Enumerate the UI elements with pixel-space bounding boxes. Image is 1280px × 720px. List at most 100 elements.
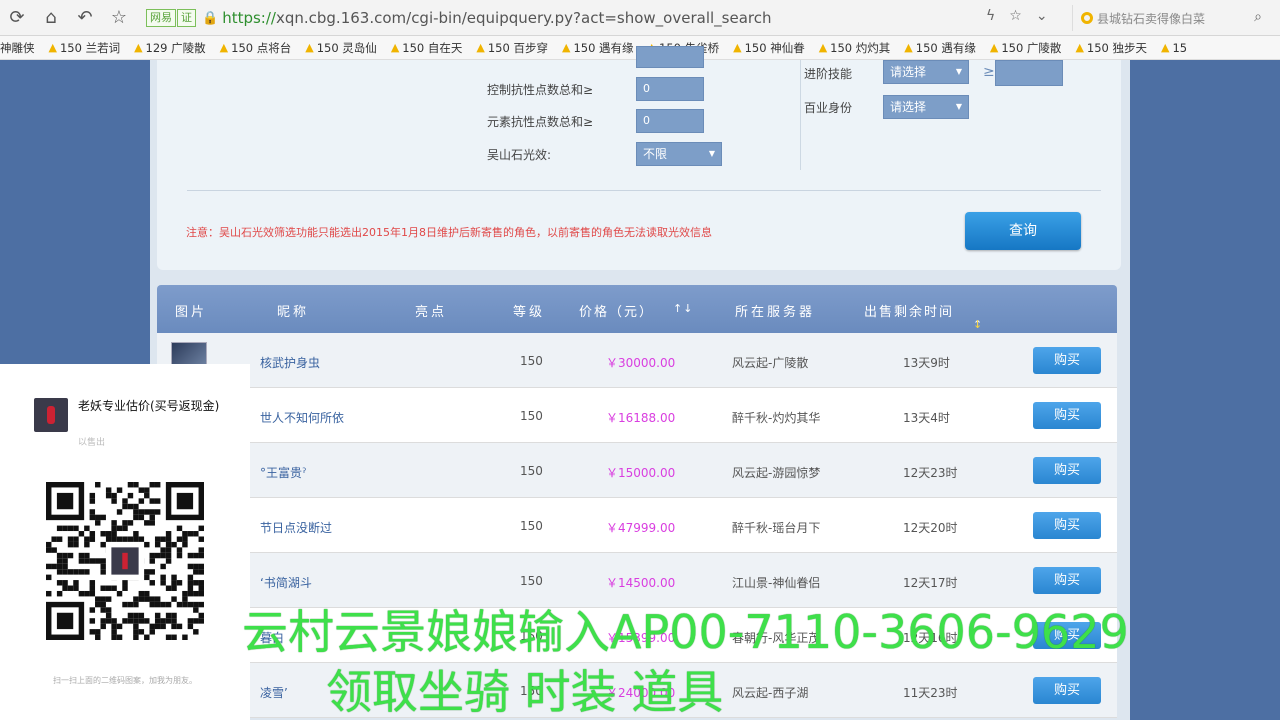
- advanced-skill-value: 请选择: [890, 65, 927, 79]
- row-time: 11天23时: [903, 686, 958, 700]
- bookmark-item[interactable]: ▲ 150 遇有缘: [562, 40, 634, 56]
- bookmark-game-icon: ▲: [390, 41, 400, 54]
- bookmark-item[interactable]: ▲ 150 兰若词: [49, 40, 121, 56]
- favorite-star-icon[interactable]: ☆: [102, 0, 136, 36]
- chevron-down-icon: ▼: [708, 149, 715, 158]
- bookmark-item[interactable]: ▲ 150 灵岛仙: [305, 40, 377, 56]
- popup-title: 老妖专业估价(买号返现金): [78, 399, 220, 413]
- table-row: 世人不知何所依 150 ￥16188.00 醉千秋-灼灼其华 13天4时 购买: [157, 388, 1117, 443]
- chevron-down-icon: ▼: [955, 67, 962, 76]
- avatar: [34, 398, 68, 432]
- table-row: °王富贵ˀ 150 ￥15000.00 风云起-游园惊梦 12天23时 购买: [157, 443, 1117, 498]
- row-level: 150: [520, 519, 543, 533]
- element-resist-label: 元素抗性点数总和≥: [487, 115, 594, 129]
- bookmark-game-icon: ▲: [561, 41, 571, 54]
- header-level: 等级: [513, 305, 546, 320]
- top-field[interactable]: [636, 46, 704, 68]
- bookmark-item[interactable]: ▲ 150 独步天: [1075, 40, 1147, 56]
- bookmark-item[interactable]: ▲ 150 广陵散: [990, 40, 1062, 56]
- bookmark-item[interactable]: ▲ 15: [1161, 41, 1187, 55]
- element-resist-input[interactable]: 0: [636, 109, 704, 133]
- bookmark-label: 150 广陵散: [1001, 40, 1062, 55]
- chevron-down-icon[interactable]: ⌄: [1036, 8, 1048, 24]
- bookmark-item[interactable]: ▲ 150 灼灼其: [819, 40, 891, 56]
- search-icon[interactable]: ⌕: [1254, 9, 1262, 25]
- row-price: ￥30000.00: [606, 356, 676, 370]
- bookmark-label: 150 独步天: [1086, 40, 1148, 55]
- bookmark-game-icon: ▲: [219, 41, 229, 54]
- refresh-icon[interactable]: ⟳: [0, 0, 34, 36]
- profession-select[interactable]: 请选择 ▼: [883, 95, 969, 119]
- url-text: xqn.cbg.163.com/cgi-bin/equipquery.py?ac…: [275, 9, 772, 27]
- row-level: 150: [520, 409, 543, 423]
- control-resist-input[interactable]: 0: [636, 77, 704, 101]
- buy-button[interactable]: 购买: [1033, 512, 1101, 539]
- bookmark-item[interactable]: ▲ 150 点将台: [220, 40, 292, 56]
- form-divider: [187, 190, 1101, 191]
- header-remaining[interactable]: 出售剩余时间: [864, 301, 954, 320]
- home-icon[interactable]: ⌂: [34, 0, 68, 36]
- lightning-icon[interactable]: ϟ: [986, 8, 995, 24]
- buy-button[interactable]: 购买: [1033, 402, 1101, 429]
- bookmark-item[interactable]: ▲ 150 自在天: [391, 40, 463, 56]
- bookmark-game-icon: ▲: [134, 41, 143, 54]
- row-server: 醉千秋-瑶台月下: [732, 521, 821, 535]
- notice-text: 注意：吴山石光效筛选功能只能选出2015年1月8日维护后新寄售的角色，以前寄售的…: [186, 226, 712, 239]
- bookmark-label: 150 遇有缘: [573, 40, 634, 55]
- row-time: 13天4时: [903, 411, 950, 425]
- bookmark-item[interactable]: ▲ 150 遇有缘: [904, 40, 976, 56]
- bookmark-item[interactable]: ▲ 150 神仙眷: [733, 40, 805, 56]
- row-server: 风云起-广陵散: [732, 356, 809, 370]
- undo-icon[interactable]: ↶: [68, 0, 102, 36]
- buy-button[interactable]: 购买: [1033, 347, 1101, 374]
- row-price: ￥47999.00: [606, 521, 676, 535]
- header-highlight: 亮点: [415, 305, 448, 320]
- gte-symbol: ≥: [983, 64, 995, 80]
- bookmark-game-icon: ▲: [818, 41, 828, 54]
- price-sort-icon[interactable]: ↑↓: [673, 302, 693, 315]
- bookmark-item[interactable]: ▲ 129 广陵散: [134, 40, 206, 56]
- bookmark-item[interactable]: 神雕侠: [0, 40, 35, 56]
- bookmark-star-icon[interactable]: ☆: [1009, 8, 1022, 24]
- buy-button[interactable]: 购买: [1033, 457, 1101, 484]
- row-nickname[interactable]: °王富贵ˀ: [260, 464, 306, 481]
- url-scheme: https://: [222, 9, 276, 27]
- row-price: ￥14500.00: [606, 576, 676, 590]
- search-engine-icon: [1081, 12, 1093, 24]
- row-price: ￥15000.00: [606, 466, 676, 480]
- bookmark-item[interactable]: ▲ 150 百步穿: [476, 40, 548, 56]
- row-nickname[interactable]: ‘书简湖斗: [260, 574, 312, 591]
- row-time: 12天17时: [903, 576, 958, 590]
- buy-button[interactable]: 购买: [1033, 677, 1101, 704]
- overlay-line-1: 云村云景娘娘输入AP00-7110-3606-9629: [242, 605, 1129, 659]
- bookmark-label: 150 遇有缘: [915, 40, 976, 55]
- row-level: 150: [520, 354, 543, 368]
- advanced-skill-select[interactable]: 请选择 ▼: [883, 60, 969, 84]
- bookmark-label: 150 自在天: [402, 40, 463, 55]
- header-image: 图片: [175, 305, 208, 320]
- row-nickname[interactable]: 节日点没断过: [260, 519, 332, 536]
- bookmark-label: 150 神仙眷: [744, 40, 805, 55]
- query-button[interactable]: 查询: [965, 212, 1081, 250]
- bookmark-game-icon: ▲: [904, 41, 913, 54]
- table-row: 核武护身虫 150 ￥30000.00 风云起-广陵散 13天9时 购买: [157, 333, 1117, 388]
- search-input[interactable]: 县城钻石卖得像白菜 ⌕: [1072, 5, 1272, 31]
- column-divider: [800, 60, 801, 170]
- wushan-select[interactable]: 不限 ▼: [636, 142, 722, 166]
- row-time: 13天9时: [903, 356, 950, 370]
- header-server: 所在服务器: [735, 305, 816, 320]
- row-nickname[interactable]: 凌雪’: [260, 684, 288, 701]
- control-resist-label: 控制抗性点数总和≥: [487, 83, 594, 97]
- row-nickname[interactable]: 世人不知何所依: [260, 409, 344, 426]
- row-nickname[interactable]: 核武护身虫: [260, 354, 320, 371]
- bookmark-game-icon: ▲: [48, 41, 57, 54]
- row-time: 12天23时: [903, 466, 958, 480]
- wechat-qr-popup: 老妖专业估价(买号返现金) 以售出 扫一扫上面的二维码图案，加我为朋友。: [0, 364, 250, 720]
- site-badge: 网易: [146, 9, 176, 27]
- buy-button[interactable]: 购买: [1033, 567, 1101, 594]
- wushan-label: 吴山石光效:: [487, 148, 552, 162]
- bookmark-game-icon: ▲: [1161, 41, 1170, 54]
- advanced-skill-level-input[interactable]: [995, 60, 1063, 86]
- address-bar[interactable]: 网易 证 🔒 https:// xqn.cbg.163.com/cgi-bin/…: [146, 5, 1036, 31]
- header-price[interactable]: 价格（元）: [579, 301, 654, 320]
